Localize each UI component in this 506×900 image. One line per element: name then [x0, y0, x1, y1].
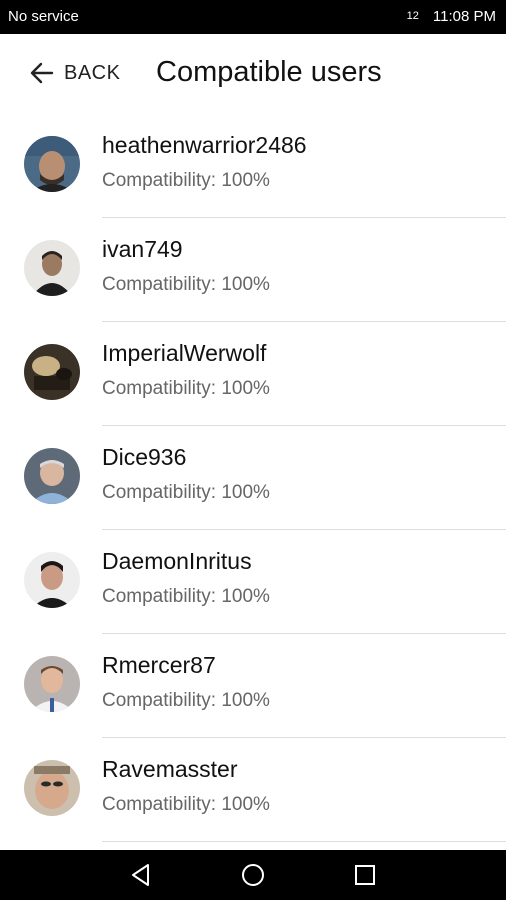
avatar — [24, 240, 80, 296]
avatar — [24, 760, 80, 816]
user-name: heathenwarrior2486 — [102, 132, 307, 158]
back-button[interactable]: BACK — [28, 56, 120, 90]
avatar — [24, 344, 80, 400]
user-name: Dice936 — [102, 444, 187, 470]
avatar — [24, 552, 80, 608]
system-nav-bar — [0, 850, 506, 900]
user-name: ImperialWerwolf — [102, 340, 267, 366]
compatibility-text: Compatibility: 100% — [102, 586, 270, 607]
status-right: 12 11:08 PM — [407, 8, 496, 25]
nav-back-button[interactable] — [128, 862, 154, 888]
nav-home-button[interactable] — [240, 862, 266, 888]
avatar — [24, 448, 80, 504]
list-item[interactable]: Ravemasster Compatibility: 100% — [0, 738, 506, 842]
compatibility-text: Compatibility: 100% — [102, 378, 270, 399]
list-item[interactable]: DaemonInritus Compatibility: 100% — [0, 530, 506, 634]
arrow-left-icon — [30, 62, 54, 84]
square-recents-icon — [355, 865, 375, 885]
status-bar: No service 12 11:08 PM — [0, 0, 506, 34]
circle-home-icon — [242, 864, 264, 886]
user-name: DaemonInritus — [102, 548, 252, 574]
compatibility-text: Compatibility: 100% — [102, 690, 270, 711]
carrier-status: No service — [8, 8, 79, 25]
list-item[interactable]: Dice936 Compatibility: 100% — [0, 426, 506, 530]
app-header: BACK Compatible users — [0, 34, 506, 114]
compatibility-text: Compatibility: 100% — [102, 482, 270, 503]
avatar — [24, 656, 80, 712]
compatibility-text: Compatibility: 100% — [102, 794, 270, 815]
list-item[interactable]: heathenwarrior2486 Compatibility: 100% — [0, 114, 506, 218]
list-item[interactable]: ImperialWerwolf Compatibility: 100% — [0, 322, 506, 426]
compatibility-text: Compatibility: 100% — [102, 274, 270, 295]
compatibility-text: Compatibility: 100% — [102, 170, 270, 191]
triangle-back-icon — [132, 864, 149, 886]
divider — [102, 841, 506, 842]
user-list: heathenwarrior2486 Compatibility: 100% i… — [0, 114, 506, 850]
user-name: Ravemasster — [102, 756, 238, 782]
user-name: Rmercer87 — [102, 652, 216, 678]
nav-recents-button[interactable] — [352, 862, 378, 888]
back-label: BACK — [64, 61, 121, 84]
list-item[interactable]: ivan749 Compatibility: 100% — [0, 218, 506, 322]
avatar — [24, 136, 80, 192]
list-item[interactable]: Rmercer87 Compatibility: 100% — [0, 634, 506, 738]
clock: 11:08 PM — [432, 8, 496, 25]
signal-indicator: 12 — [406, 10, 419, 22]
page-title: Compatible users — [156, 56, 382, 88]
user-name: ivan749 — [102, 236, 183, 262]
